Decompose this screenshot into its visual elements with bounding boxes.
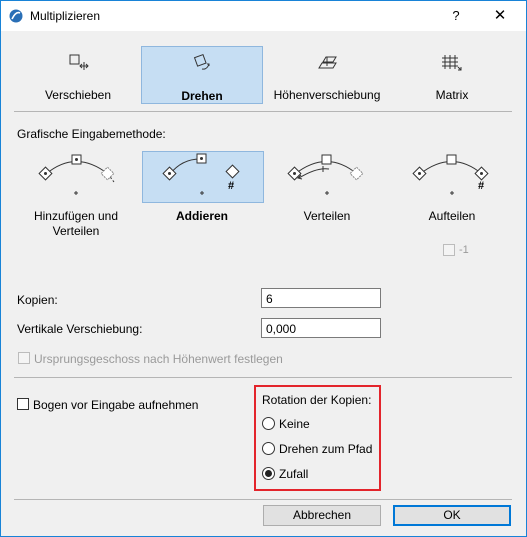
multiply-dialog: Multiplizieren ? ✕ Verschieben Drehen Hö… <box>0 0 527 537</box>
arc-before-input-label: Bogen vor Eingabe aufnehmen <box>33 398 199 412</box>
elevate-icon <box>318 56 337 69</box>
minus-one-label: -1 <box>459 244 469 256</box>
distribute-icon <box>287 154 364 195</box>
tab-label: Höhenverschiebung <box>273 88 381 102</box>
origin-story-label: Ursprungsgeschoss nach Höhenwert festleg… <box>34 352 283 366</box>
tab-drehen[interactable]: Drehen <box>141 46 263 104</box>
hash-marker: # <box>228 180 235 192</box>
rotation-heading: Rotation der Kopien: <box>262 393 372 407</box>
radio-drehen-zum-pfad-label: Drehen zum Pfad <box>279 442 373 456</box>
method-label: Verteilen <box>303 209 351 223</box>
tab-hoehenverschiebung[interactable]: Höhenverschiebung <box>267 46 387 102</box>
hash-marker: # <box>478 180 485 192</box>
cancel-button[interactable]: Abbrechen <box>263 505 381 526</box>
add-icon <box>162 153 240 195</box>
tab-label: Drehen <box>181 89 223 103</box>
radio-selected-dot <box>265 470 272 477</box>
window-title: Multiplizieren <box>30 9 101 23</box>
vertical-offset-label: Vertikale Verschiebung: <box>17 322 143 336</box>
method-label: Addieren <box>175 209 228 223</box>
copies-input[interactable]: 6 <box>261 288 381 308</box>
title-bar: Multiplizieren ? ✕ <box>1 1 526 31</box>
radio-keine-label: Keine <box>279 417 310 431</box>
ok-button[interactable]: OK <box>393 505 511 526</box>
copies-label: Kopien: <box>17 293 58 307</box>
tab-label: Matrix <box>435 88 469 102</box>
move-icon <box>69 54 89 70</box>
tab-verschieben[interactable]: Verschieben <box>18 46 138 102</box>
method-label: Hinzufügen und Verteilen <box>33 209 119 238</box>
help-button[interactable]: ? <box>441 5 471 27</box>
radio-zufall-label: Zufall <box>279 467 309 481</box>
arc-before-input-checkbox[interactable] <box>17 398 29 410</box>
divider <box>14 377 512 378</box>
radio-drehen-zum-pfad[interactable] <box>262 442 275 455</box>
add-distribute-icon <box>38 154 115 195</box>
vertical-offset-input[interactable]: 0,000 <box>261 318 381 338</box>
tab-label: Verschieben <box>44 88 112 102</box>
radio-zufall[interactable] <box>262 467 275 480</box>
origin-story-checkbox[interactable] <box>18 352 30 364</box>
divider <box>14 499 512 500</box>
method-label: Aufteilen <box>428 209 476 223</box>
divider <box>14 111 512 112</box>
matrix-icon <box>442 55 462 71</box>
tab-matrix[interactable]: Matrix <box>392 46 512 102</box>
archicad-icon <box>9 9 23 23</box>
radio-keine[interactable] <box>262 417 275 430</box>
close-button[interactable]: ✕ <box>485 5 515 27</box>
rotate-icon <box>193 53 210 70</box>
input-method-heading: Grafische Eingabemethode: <box>17 127 166 141</box>
divide-icon <box>412 154 489 195</box>
minus-one-checkbox[interactable] <box>443 244 455 256</box>
